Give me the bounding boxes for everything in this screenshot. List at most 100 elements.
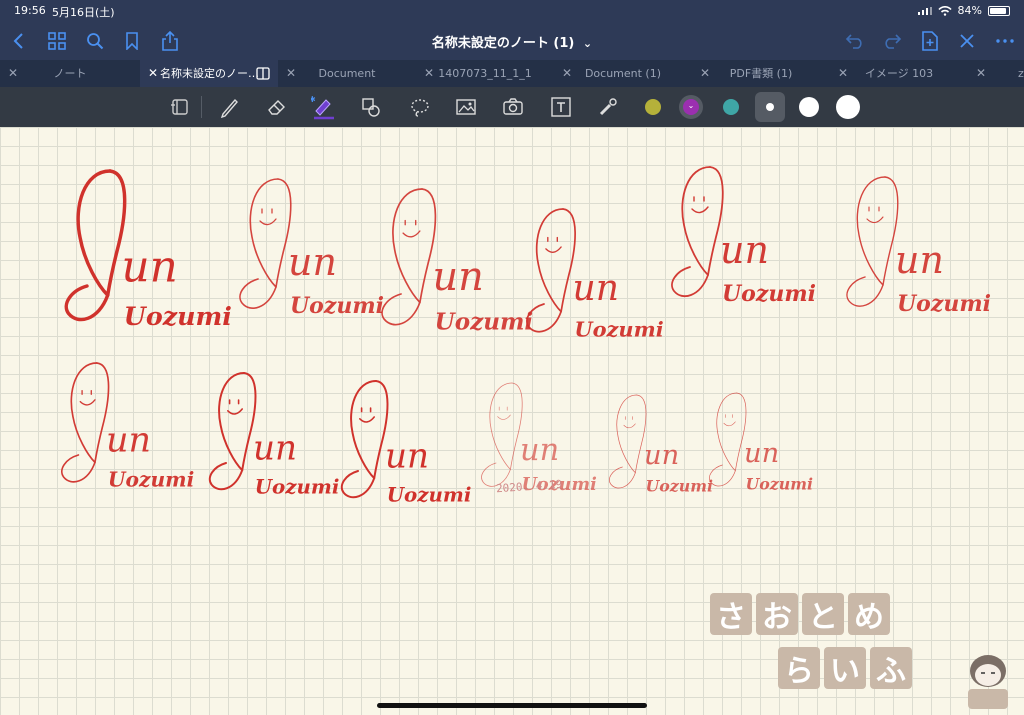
document-tabs: ✕ ノート ✕ 名称未設定のノー… ✕ Document ✕ 1407073_1… bbox=[0, 60, 1024, 87]
logo-char: ら bbox=[778, 647, 820, 689]
signature-last-name: Uozumi bbox=[255, 475, 340, 499]
color-swatch-teal[interactable] bbox=[723, 99, 739, 115]
logo-char: め bbox=[848, 593, 890, 635]
saotome-life-logo: さ お と め ら い ふ bbox=[710, 591, 1010, 715]
wifi-icon bbox=[937, 5, 952, 16]
status-date: 5月16日(土) bbox=[52, 6, 115, 19]
signature-first-name: un bbox=[288, 240, 337, 284]
redo-button[interactable] bbox=[879, 28, 905, 54]
signature-last-name: Uozumi bbox=[574, 316, 663, 341]
more-options-button[interactable] bbox=[992, 28, 1018, 54]
smiley-face bbox=[227, 399, 243, 415]
signature-3: un Uozumi bbox=[381, 188, 533, 336]
lasso-icon[interactable] bbox=[406, 93, 434, 121]
tab-label: 名称未設定のノー… bbox=[160, 67, 258, 80]
text-icon[interactable] bbox=[547, 93, 575, 121]
signature-last-name: Uozumi bbox=[387, 483, 472, 507]
battery-percent: 84% bbox=[957, 4, 982, 17]
close-icon[interactable]: ✕ bbox=[148, 60, 158, 87]
highlighter-icon[interactable]: ✱ bbox=[310, 93, 338, 121]
logo-char: ふ bbox=[870, 647, 912, 689]
signature-9: un Uozumi bbox=[340, 380, 472, 507]
signature-loop bbox=[481, 382, 513, 487]
logo-char: と bbox=[802, 593, 844, 635]
tab-untitled-note[interactable]: ✕ 名称未設定のノー… bbox=[140, 60, 278, 87]
chevron-down-icon[interactable]: ⌄ bbox=[583, 37, 592, 50]
stroke-size-large[interactable] bbox=[836, 95, 860, 119]
tab-1407073[interactable]: ✕ 1407073_11_1_1 bbox=[416, 60, 554, 87]
color-swatch-yellow[interactable] bbox=[645, 99, 661, 115]
close-edit-button[interactable] bbox=[954, 28, 980, 54]
laser-pointer-icon[interactable] bbox=[594, 93, 622, 121]
signature-loop bbox=[609, 394, 638, 489]
status-right: 84% bbox=[917, 4, 1010, 17]
signature-first-name: un bbox=[744, 438, 779, 469]
document-title-text[interactable]: 名称未設定のノート (1) bbox=[432, 36, 574, 51]
signature-2: un Uozumi bbox=[239, 178, 384, 319]
stroke-size-medium[interactable] bbox=[799, 97, 819, 117]
tab-note[interactable]: ✕ ノート bbox=[0, 60, 140, 87]
signature-first-name: un bbox=[122, 241, 178, 292]
smiley-face bbox=[623, 416, 636, 429]
signature-last-name: Uozumi bbox=[124, 301, 232, 331]
undo-button[interactable] bbox=[842, 28, 868, 54]
home-indicator bbox=[377, 703, 647, 708]
add-page-button[interactable] bbox=[917, 28, 943, 54]
tab-label: ノート bbox=[53, 67, 87, 80]
battery-fill bbox=[990, 7, 1006, 14]
close-icon[interactable]: ✕ bbox=[976, 60, 986, 87]
signature-first-name: un bbox=[644, 440, 679, 471]
signature-8: un Uozumi bbox=[208, 372, 340, 499]
tab-pdf-1[interactable]: ✕ PDF書類 (1) bbox=[692, 60, 830, 87]
smiley-face bbox=[866, 206, 884, 224]
signature-last-name: Uozumi bbox=[108, 467, 194, 491]
tab-image-103[interactable]: ✕ イメージ 103 bbox=[830, 60, 968, 87]
tab-document-1[interactable]: ✕ Document (1) bbox=[554, 60, 692, 87]
smiley-face bbox=[545, 236, 562, 253]
smiley-face bbox=[79, 389, 96, 406]
pen-icon[interactable] bbox=[216, 93, 244, 121]
toolbar-divider bbox=[201, 96, 202, 118]
shapes-icon[interactable] bbox=[357, 93, 385, 121]
signature-first-name: un bbox=[385, 436, 429, 476]
signature-first-name: un bbox=[720, 228, 769, 272]
color-swatch-purple-inner: ⌄ bbox=[683, 99, 699, 115]
tab-document[interactable]: ✕ Document bbox=[278, 60, 416, 87]
page-layout-icon[interactable] bbox=[166, 93, 194, 121]
tab-label: PDF書類 (1) bbox=[729, 67, 793, 80]
signature-6: un Uozumi bbox=[846, 176, 991, 317]
signature-loop bbox=[381, 188, 423, 326]
logo-char: お bbox=[756, 593, 798, 635]
note-canvas[interactable]: un Uozumi un Uozumi un Uozumi un Uozumi un Uozumi… bbox=[0, 127, 1024, 715]
eraser-icon[interactable] bbox=[263, 93, 291, 121]
smiley-face bbox=[259, 208, 277, 226]
signature-last-name: Uozumi bbox=[745, 474, 813, 493]
smiley-face bbox=[723, 414, 736, 427]
image-icon[interactable] bbox=[452, 93, 480, 121]
tab-overflow[interactable]: ✕ z bbox=[968, 60, 1024, 87]
tab-label: Document (1) bbox=[584, 67, 662, 80]
color-swatch-purple-selected[interactable]: ⌄ bbox=[679, 95, 703, 119]
signature-loop bbox=[208, 372, 245, 491]
signature-first-name: un bbox=[106, 420, 151, 460]
top-toolbar: 名称未設定のノート (1) ⌄ bbox=[0, 22, 1024, 60]
signature-7: un Uozumi bbox=[61, 362, 194, 491]
signature-first-name: un bbox=[520, 433, 559, 468]
signature-last-name: Uozumi bbox=[897, 291, 991, 317]
battery-icon bbox=[988, 5, 1010, 16]
signature-last-name: Uozumi bbox=[290, 293, 384, 319]
status-bar: 19:56 5月16日(土) 84% bbox=[0, 0, 1024, 22]
signature-loop bbox=[671, 166, 711, 298]
stroke-size-small-selected[interactable] bbox=[755, 92, 785, 122]
camera-icon[interactable] bbox=[499, 93, 527, 121]
document-title[interactable]: 名称未設定のノート (1) ⌄ bbox=[0, 32, 1024, 51]
signature-4: un Uozumi bbox=[526, 208, 664, 341]
split-view-icon[interactable] bbox=[256, 67, 270, 80]
svg-text:✱: ✱ bbox=[311, 95, 316, 104]
status-time: 19:56 bbox=[14, 4, 46, 17]
signature-loop bbox=[340, 380, 377, 499]
smiley-face bbox=[402, 219, 421, 238]
tab-label: z bbox=[1018, 67, 1024, 80]
stroke-size-dot bbox=[766, 103, 774, 111]
signature-11: un Uozumi bbox=[609, 394, 713, 495]
